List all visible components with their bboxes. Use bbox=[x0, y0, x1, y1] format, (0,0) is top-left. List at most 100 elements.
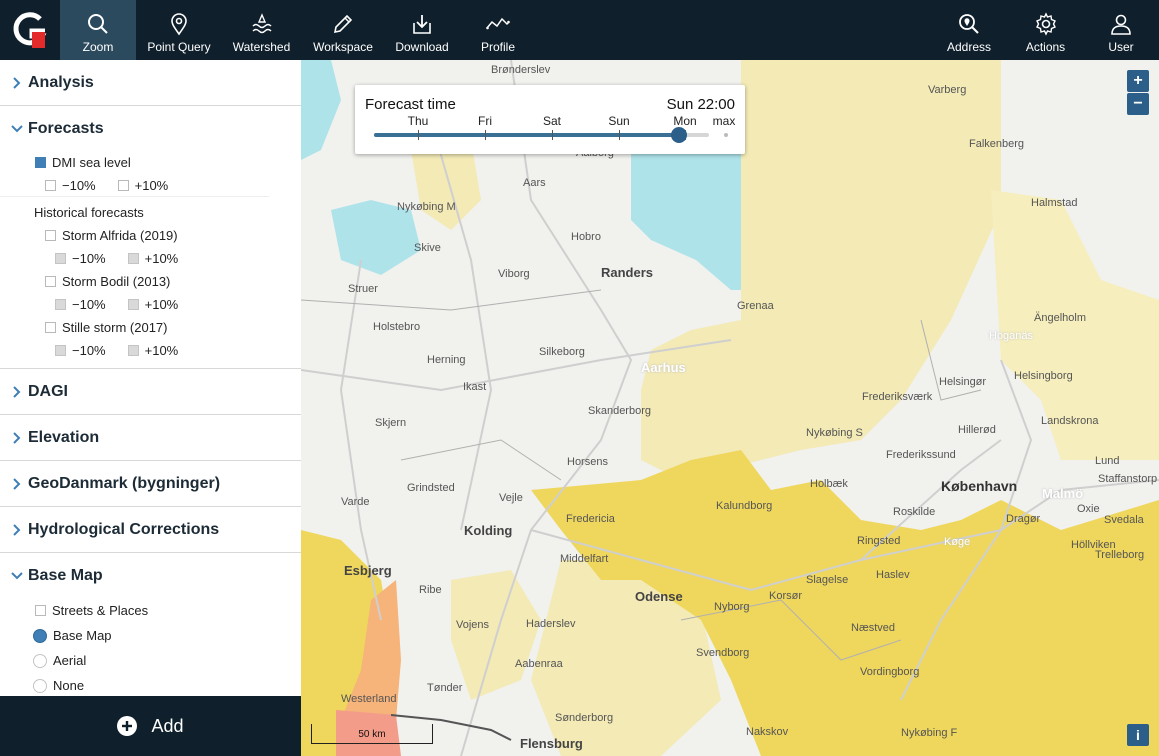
chevron-right-icon bbox=[13, 385, 21, 398]
radio-button[interactable] bbox=[33, 653, 47, 668]
map-label: Staffanstorp bbox=[1098, 473, 1158, 485]
storm-bodil-variants: −10% +10% bbox=[0, 293, 301, 316]
map-label: Aars bbox=[523, 177, 546, 189]
forecast-title: Forecast time bbox=[365, 96, 456, 113]
map-label: Kalundborg bbox=[716, 500, 773, 512]
map-label: Malmö bbox=[1042, 486, 1084, 501]
checkbox[interactable] bbox=[117, 179, 129, 191]
radio-base-map[interactable]: Base Map bbox=[0, 623, 301, 648]
tool-address[interactable]: Address bbox=[940, 0, 998, 60]
map-label: Tønder bbox=[427, 682, 463, 694]
layer-label: Stille storm (2017) bbox=[62, 320, 168, 335]
dmi-plus-10[interactable]: +10% bbox=[117, 178, 168, 193]
section-title: GeoDanmark (bygninger) bbox=[28, 474, 221, 492]
map-label: Brønderslev bbox=[491, 64, 551, 76]
info-button[interactable]: i bbox=[1127, 724, 1149, 746]
checkbox-disabled bbox=[127, 345, 139, 356]
section-header-hydro[interactable]: Hydrological Corrections bbox=[0, 507, 301, 552]
map-label: Grenaa bbox=[737, 300, 774, 312]
section-hydro: Hydrological Corrections bbox=[0, 507, 301, 553]
checkbox-dmi-sea-level[interactable] bbox=[35, 157, 46, 168]
storm-stille[interactable]: Stille storm (2017) bbox=[0, 316, 301, 339]
radio-none[interactable]: None bbox=[0, 673, 301, 696]
tool-watershed[interactable]: Watershed bbox=[224, 0, 299, 60]
tool-label: Watershed bbox=[232, 40, 291, 54]
storm-alfrida[interactable]: Storm Alfrida (2019) bbox=[0, 224, 301, 247]
tick bbox=[485, 130, 486, 140]
tool-user[interactable]: User bbox=[1097, 0, 1145, 60]
map-label: Næstved bbox=[851, 622, 896, 634]
map-label: Slagelse bbox=[806, 574, 849, 586]
section-header-basemap[interactable]: Base Map bbox=[0, 553, 301, 598]
dmi-variants: −10% +10% bbox=[0, 174, 269, 197]
layer-streets-places[interactable]: Streets & Places bbox=[0, 598, 301, 623]
section-header-forecasts[interactable]: Forecasts bbox=[0, 106, 301, 151]
section-title: Base Map bbox=[28, 566, 103, 584]
section-title: Analysis bbox=[28, 73, 94, 91]
time-slider-thumb[interactable] bbox=[670, 127, 687, 143]
section-header-dagi[interactable]: DAGI bbox=[0, 369, 301, 414]
map-label: Grindsted bbox=[407, 482, 455, 494]
checkbox[interactable] bbox=[45, 276, 56, 287]
map-label: Sønderborg bbox=[555, 712, 614, 724]
layer-label: Storm Alfrida (2019) bbox=[62, 228, 178, 243]
section-geodanmark: GeoDanmark (bygninger) bbox=[0, 461, 301, 507]
storm-bodil[interactable]: Storm Bodil (2013) bbox=[0, 270, 301, 293]
zoom-out-button[interactable]: − bbox=[1127, 93, 1149, 115]
section-header-geodanmark[interactable]: GeoDanmark (bygninger) bbox=[0, 461, 301, 506]
section-title: Forecasts bbox=[28, 119, 104, 137]
map-label: Nykøbing S bbox=[806, 427, 863, 439]
forecast-current-time: Sun 22:00 bbox=[666, 96, 735, 113]
tool-profile[interactable]: Profile bbox=[465, 0, 531, 60]
plus-circle-icon bbox=[117, 716, 138, 736]
tool-label: Workspace bbox=[313, 40, 373, 54]
time-slider-fill bbox=[374, 133, 679, 137]
map-label: Randers bbox=[601, 265, 654, 280]
radio-button[interactable] bbox=[33, 628, 47, 643]
checkbox-disabled bbox=[55, 345, 66, 356]
variant-label: −10% bbox=[72, 297, 106, 312]
map-label: Kolding bbox=[464, 523, 513, 538]
map-label: Helsingør bbox=[939, 376, 987, 388]
checkbox[interactable] bbox=[45, 179, 56, 191]
map-label: Nykøbing F bbox=[901, 727, 958, 739]
section-header-analysis[interactable]: Analysis bbox=[0, 60, 301, 105]
tool-download[interactable]: Download bbox=[388, 0, 456, 60]
checkbox[interactable] bbox=[45, 322, 56, 333]
map-view[interactable]: Brønderslev Aalborg Aars Nykøbing M Hobr… bbox=[301, 60, 1159, 756]
map-label: Aarhus bbox=[641, 360, 686, 375]
map-label: Falkenberg bbox=[969, 138, 1025, 150]
map-label: Westerland bbox=[341, 693, 397, 705]
map-label: Middelfart bbox=[560, 553, 609, 565]
add-layer-button[interactable]: Add bbox=[0, 696, 301, 756]
map-label: Aabenraa bbox=[515, 658, 563, 670]
radio-button[interactable] bbox=[33, 678, 47, 693]
variant-label: +10% bbox=[144, 343, 179, 358]
chevron-right-icon bbox=[13, 76, 21, 89]
section-header-elevation[interactable]: Elevation bbox=[0, 415, 301, 460]
radio-aerial[interactable]: Aerial bbox=[0, 648, 301, 673]
water-icon bbox=[251, 13, 272, 34]
app-logo[interactable] bbox=[0, 0, 60, 60]
map-label: Holstebro bbox=[373, 321, 421, 333]
tool-workspace[interactable]: Workspace bbox=[306, 0, 380, 60]
top-toolbar: Zoom Point Query Watershed Workspace Dow… bbox=[0, 0, 1159, 60]
layer-dmi-sea-level[interactable]: DMI sea level bbox=[0, 151, 301, 174]
tool-label: Download bbox=[395, 40, 449, 54]
map-label: Ängelholm bbox=[1034, 312, 1086, 324]
chevron-down-icon bbox=[11, 124, 23, 132]
tool-actions[interactable]: Actions bbox=[1018, 0, 1073, 60]
tool-point-query[interactable]: Point Query bbox=[140, 0, 218, 60]
add-label: Add bbox=[151, 715, 184, 736]
checkbox[interactable] bbox=[45, 230, 56, 241]
map-label: Nakskov bbox=[746, 726, 789, 738]
tool-zoom[interactable]: Zoom bbox=[60, 0, 136, 60]
day-label: max bbox=[712, 114, 736, 128]
map-label: Landskrona bbox=[1041, 415, 1099, 427]
zoom-in-button[interactable]: + bbox=[1127, 70, 1149, 92]
section-basemap: Base Map Streets & Places Base Map Aeria… bbox=[0, 553, 301, 696]
checkbox[interactable] bbox=[35, 605, 46, 616]
map-label: Esbjerg bbox=[344, 563, 392, 578]
map-label: Fredericia bbox=[566, 513, 615, 525]
dmi-minus-10[interactable]: −10% bbox=[45, 178, 96, 193]
